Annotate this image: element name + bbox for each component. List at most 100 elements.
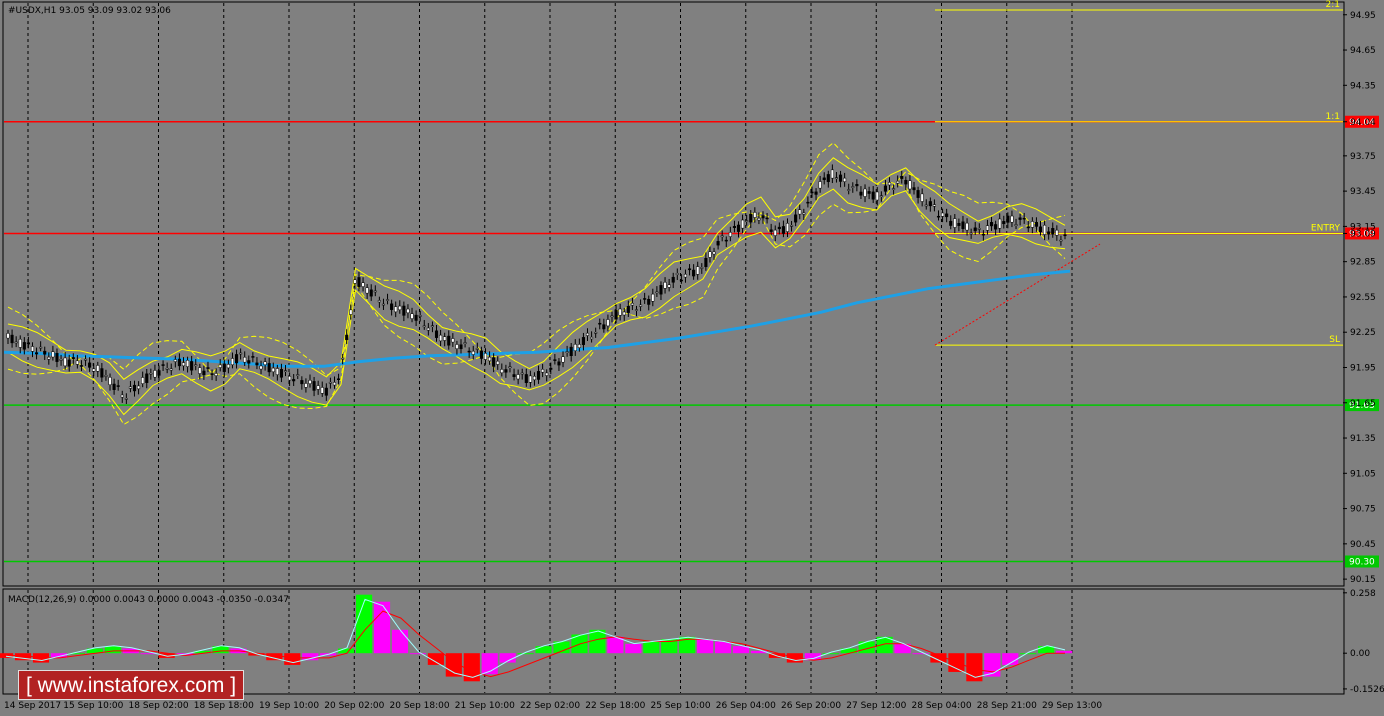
x-tick-label: 18 Sep 02:00 (129, 701, 189, 711)
macd-bar (356, 594, 373, 654)
candle-body (137, 385, 141, 390)
candle-body (785, 223, 790, 232)
candle-body (22, 342, 26, 350)
candle-body (96, 365, 100, 372)
candle-body (279, 369, 283, 378)
candle-body (51, 351, 55, 358)
x-tick-label: 22 Sep 02:00 (520, 701, 580, 711)
candle-body (696, 266, 700, 275)
candle-body (900, 176, 904, 179)
candle-body (626, 306, 630, 313)
x-tick-label: 28 Sep 04:00 (912, 701, 972, 711)
candle-body (708, 251, 712, 258)
candle-body (1014, 224, 1018, 226)
candle-body (312, 381, 316, 391)
candle-body (830, 169, 834, 179)
candle-body (573, 344, 577, 351)
candle-body (381, 303, 386, 306)
candle-body (810, 191, 814, 194)
candle-body (59, 359, 63, 361)
candle-body (847, 189, 851, 191)
candle-body (161, 364, 165, 366)
candle-body (406, 308, 410, 314)
candle-body (390, 303, 394, 310)
candle-body (47, 356, 51, 360)
candle-body (679, 279, 683, 282)
candle-body (598, 322, 602, 325)
candle-body (206, 367, 210, 369)
candle-body (177, 358, 181, 367)
candle-body (488, 356, 492, 362)
candle-body (492, 357, 496, 367)
candle-body (463, 342, 467, 344)
candle-body (145, 373, 149, 383)
candle-body (1018, 217, 1022, 220)
candle-body (402, 305, 406, 316)
candle-body (500, 369, 504, 374)
candle-body (504, 369, 508, 373)
candle-body (757, 218, 761, 221)
candle-body (736, 224, 741, 232)
candle-body (202, 370, 206, 376)
candle-body (1055, 229, 1059, 236)
candle-body (512, 374, 516, 377)
candle-body (443, 336, 447, 341)
candle-body (712, 251, 716, 255)
y-tick-label: 92.55 (1350, 293, 1376, 303)
y-tick-label: 91.95 (1350, 363, 1376, 373)
candle-body (349, 309, 353, 315)
candle-body (247, 360, 251, 364)
instaforex-watermark: [ www.instaforex.com ] (18, 670, 244, 700)
target-label: 2:1 (1326, 0, 1340, 10)
candle-body (394, 306, 398, 313)
candle-body (630, 303, 634, 306)
candle-body (602, 324, 606, 330)
candle-body (357, 277, 361, 288)
candle-body (332, 382, 337, 386)
candle-body (741, 219, 745, 229)
candle-body (239, 352, 243, 355)
candle-body (536, 371, 541, 380)
macd-bar (643, 641, 660, 654)
y-tick-label: 94.04 (1350, 118, 1376, 128)
macd-bar (517, 653, 534, 655)
candle-body (594, 332, 598, 334)
candle-body (798, 209, 802, 215)
candle-body (373, 290, 377, 293)
candle-body (928, 201, 932, 207)
candle-body (328, 381, 332, 384)
candle-body (471, 350, 475, 355)
candle-body (398, 305, 402, 311)
x-tick-label: 15 Sep 10:00 (63, 701, 123, 711)
candle-body (1047, 231, 1051, 235)
candle-body (585, 332, 590, 336)
candle-body (300, 380, 304, 385)
macd-header: MACD(12,26,9) 0.0000 0.0043 0.0000 0.004… (8, 595, 289, 605)
candle-body (475, 348, 479, 350)
candle-body (422, 325, 426, 328)
candle-body (324, 387, 328, 396)
candle-body (883, 185, 887, 192)
candle-body (496, 360, 500, 365)
candle-body (912, 187, 916, 191)
candle-body (18, 338, 22, 348)
candle-body (6, 333, 10, 339)
candle-body (524, 374, 528, 383)
candle-body (255, 362, 259, 366)
candle-body (67, 359, 71, 367)
candle-body (304, 383, 308, 388)
candle-body (316, 385, 320, 390)
candle-body (896, 180, 900, 184)
candle-body (590, 336, 594, 340)
candle-body (447, 335, 451, 346)
candle-body (271, 367, 275, 373)
x-tick-label: 20 Sep 02:00 (324, 701, 384, 711)
candle-body (337, 378, 341, 380)
candle-body (581, 337, 585, 345)
candle-body (516, 374, 520, 380)
candle-body (773, 229, 777, 236)
candle-body (655, 291, 659, 294)
candle-body (108, 377, 112, 385)
candle-body (226, 364, 230, 369)
y-tick-label: 92.25 (1350, 328, 1376, 338)
